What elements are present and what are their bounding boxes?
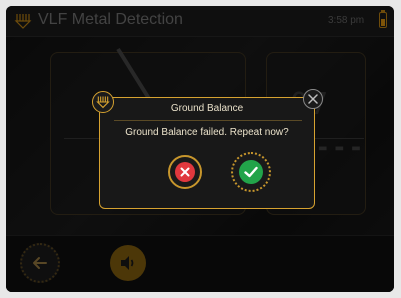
dialog-divider	[114, 120, 302, 121]
dialog-message: Ground Balance failed. Repeat now?	[125, 127, 289, 138]
close-button[interactable]	[303, 89, 323, 109]
ground-balance-dialog: Ground Balance Ground Balance failed. Re…	[92, 89, 323, 209]
device-screen: VLF Metal Detection 3:58 pm 07 ▬ ▬ ▬	[6, 6, 394, 292]
close-icon	[308, 94, 318, 104]
cancel-button[interactable]	[168, 155, 202, 189]
dialog-header: Ground Balance	[92, 89, 323, 119]
check-icon	[239, 160, 263, 184]
confirm-button[interactable]	[231, 152, 271, 192]
x-icon	[175, 162, 195, 182]
dialog-title: Ground Balance	[170, 103, 244, 114]
